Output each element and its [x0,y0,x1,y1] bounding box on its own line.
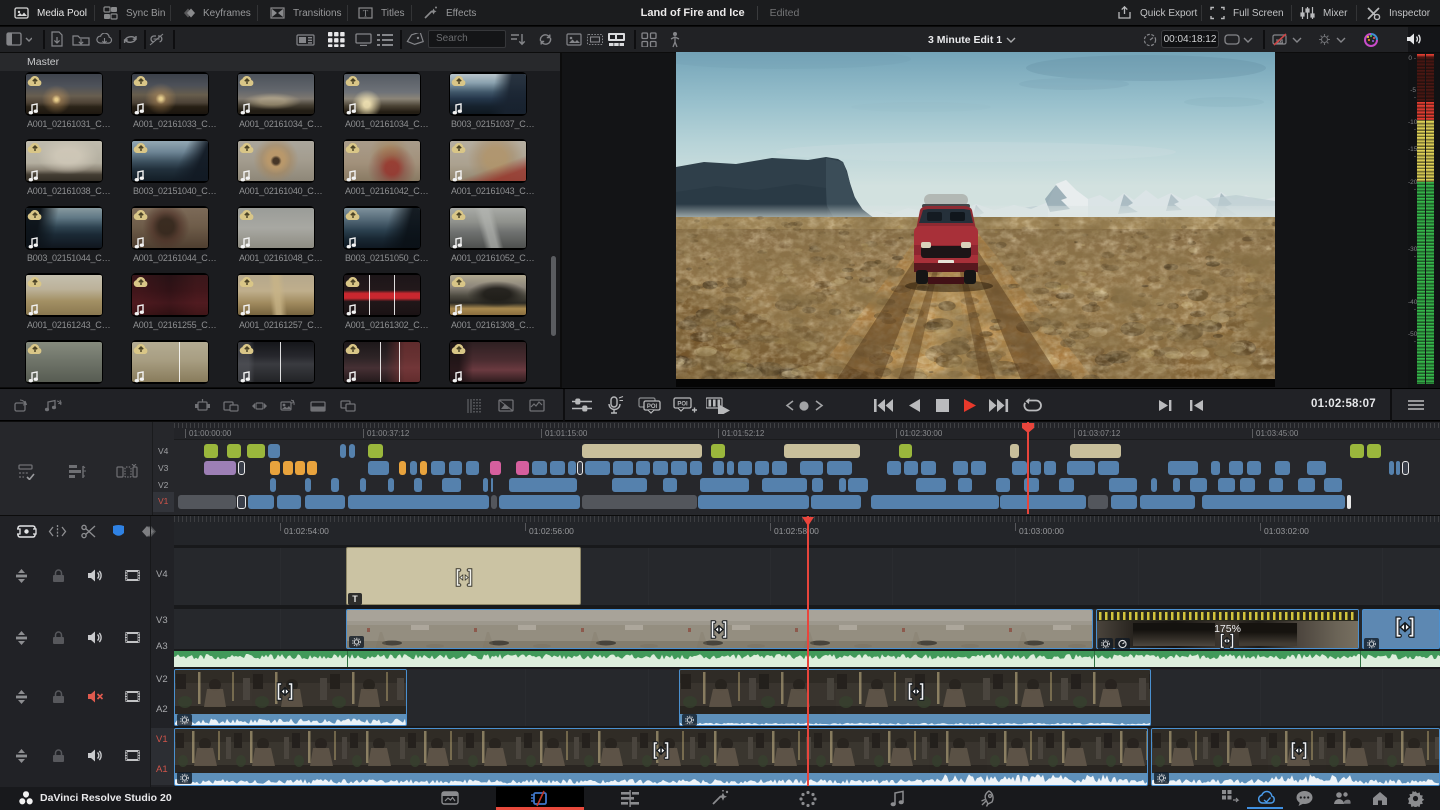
svg-text:POI: POI [647,404,658,410]
svg-text:T: T [363,9,369,19]
svg-text:POI: POI [677,402,688,408]
